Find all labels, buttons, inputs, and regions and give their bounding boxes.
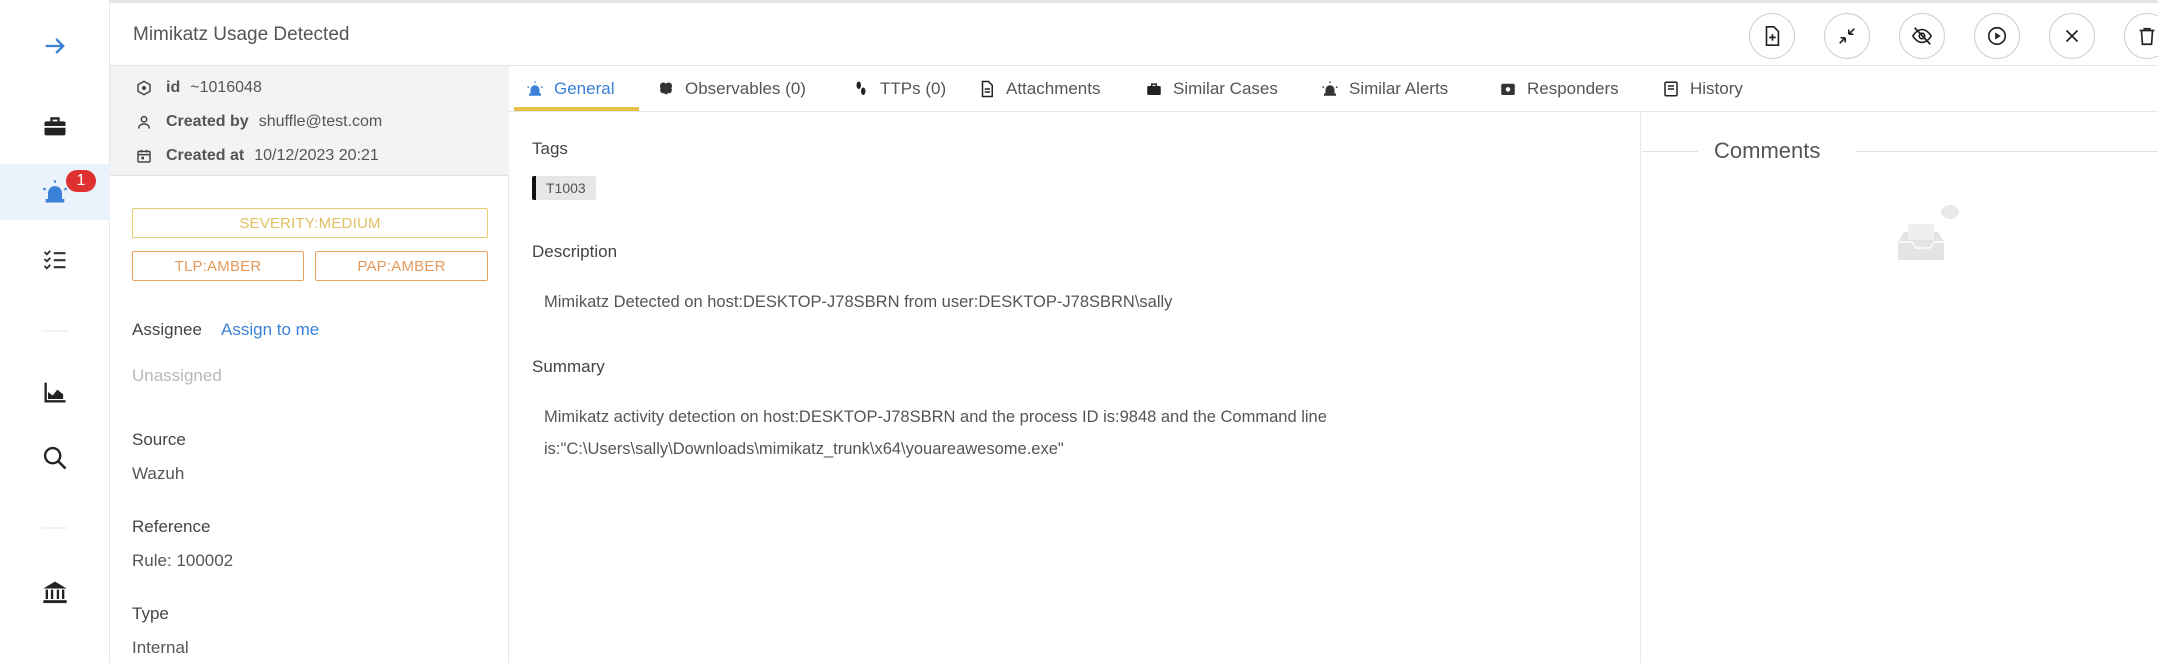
summary-line-2: is:"C:\Users\sally\Downloads\mimikatz_tr… [544,440,1064,458]
tab-responders[interactable]: Responders [1499,66,1619,112]
created-by-label: Created by [166,113,249,130]
briefcase-icon [1147,83,1161,95]
reference-label: Reference [132,517,211,536]
eye-slash-icon [1911,27,1933,45]
rail-alerts-button[interactable]: 1 [0,164,110,220]
close-icon [2065,29,2079,43]
tab-label: Responders [1527,79,1619,98]
tag-chip[interactable]: T1003 [532,176,596,200]
area-chart-icon [44,382,66,403]
tab-general[interactable]: General [526,66,614,112]
file-text-icon [981,80,993,98]
type-value: Internal [132,638,189,657]
calendar-icon [137,150,151,163]
tab-label: Similar Alerts [1349,79,1449,98]
assignee-value: Unassigned [132,366,222,385]
brain-icon [660,82,672,95]
assign-to-me-link[interactable]: Assign to me [221,320,319,340]
close-button[interactable] [2049,13,2095,59]
comments-divider-right [1856,151,2158,152]
alerts-count-badge: 1 [66,170,96,192]
comments-divider-left [1642,151,1698,152]
rail-dashboards-button[interactable] [0,364,110,420]
created-at-row: Created at 10/12/2023 20:21 [136,147,379,165]
case-meta: id ~1016048 Created by shuffle@test.com … [110,66,509,176]
rail-separator [42,330,68,332]
id-badge-icon [137,80,151,96]
case-id-row: id ~1016048 [136,79,262,97]
search-icon [43,446,67,470]
tab-observables[interactable]: Observables (0) [657,66,806,112]
empty-inbox-icon [1898,205,1959,260]
siren-alert-icon [42,180,68,203]
case-id-value: ~1016048 [190,79,262,96]
collapse-button[interactable] [1824,13,1870,59]
rail-tasks-button[interactable] [0,231,110,287]
summary-label: Summary [532,357,605,376]
comments-title: Comments [1714,138,1821,163]
page-title: Mimikatz Usage Detected [133,24,350,45]
history-book-icon [1664,81,1678,97]
siren-alert-icon [527,81,543,96]
rail-cases-button[interactable] [0,98,110,154]
cog-box-icon [1501,83,1515,95]
description-label: Description [532,242,618,261]
tab-label: Similar Cases [1173,79,1278,98]
trash-icon [2139,27,2155,46]
case-id-label: id [166,79,181,96]
created-by-value: shuffle@test.com [258,113,383,130]
created-by-row: Created by shuffle@test.com [136,113,382,131]
description-text: Mimikatz Detected on host:DESKTOP-J78SBR… [544,293,1173,311]
tab-similar-cases[interactable]: Similar Cases [1145,66,1278,112]
play-circle-icon [1987,26,2007,46]
rail-organisation-button[interactable] [0,564,110,620]
tab-similar-alerts[interactable]: Similar Alerts [1321,66,1448,112]
tab-attachments[interactable]: Attachments [978,66,1101,112]
general-tab-content: Tags T1003 Description Mimikatz Detected… [509,112,1641,663]
bank-building-icon [43,581,67,604]
active-tab-indicator [514,107,639,111]
siren-alert-icon [1322,81,1338,96]
comments-panel: Comments [1642,112,2158,663]
footprints-icon [856,81,866,95]
user-icon [137,115,151,129]
tab-ttps[interactable]: TTPs (0) [852,66,946,112]
type-label: Type [132,604,169,623]
tlp-badge[interactable]: TLP:AMBER [132,251,304,281]
hide-button[interactable] [1899,13,1945,59]
case-details-panel: id ~1016048 Created by shuffle@test.com … [110,66,509,663]
summary-line-1: Mimikatz activity detection on host:DESK… [544,408,1327,426]
left-nav-rail: 1 [0,0,110,663]
tab-label: Attachments [1006,79,1101,98]
created-at-label: Created at [166,147,245,164]
arrow-right-icon [45,38,65,54]
assignee-label: Assignee [132,320,202,339]
compress-arrows-icon [1839,28,1855,44]
case-tabs: General Observables (0) TTPs (0) Attachm… [509,66,2158,112]
rail-separator [42,527,68,529]
tasks-list-icon [43,250,66,270]
add-file-button[interactable] [1749,13,1795,59]
pap-badge[interactable]: PAP:AMBER [315,251,488,281]
file-plus-icon [1765,26,1780,46]
tags-label: Tags [532,139,568,158]
severity-badge[interactable]: SEVERITY:MEDIUM [132,208,488,238]
tab-label: History [1690,79,1743,98]
reference-value: Rule: 100002 [132,551,234,570]
tab-history[interactable]: History [1662,66,1743,112]
tab-label: TTPs (0) [880,79,947,98]
source-value: Wazuh [132,464,185,483]
tab-label: Observables (0) [685,79,806,98]
run-responder-button[interactable] [1974,13,2020,59]
rail-search-button[interactable] [0,430,110,486]
tab-label: General [554,79,615,98]
created-at-value: 10/12/2023 20:21 [254,147,379,164]
briefcase-icon [44,117,66,136]
delete-button[interactable] [2124,13,2158,59]
source-label: Source [132,430,186,449]
rail-expand-button[interactable] [0,18,110,74]
case-header: Mimikatz Usage Detected [110,3,2158,66]
